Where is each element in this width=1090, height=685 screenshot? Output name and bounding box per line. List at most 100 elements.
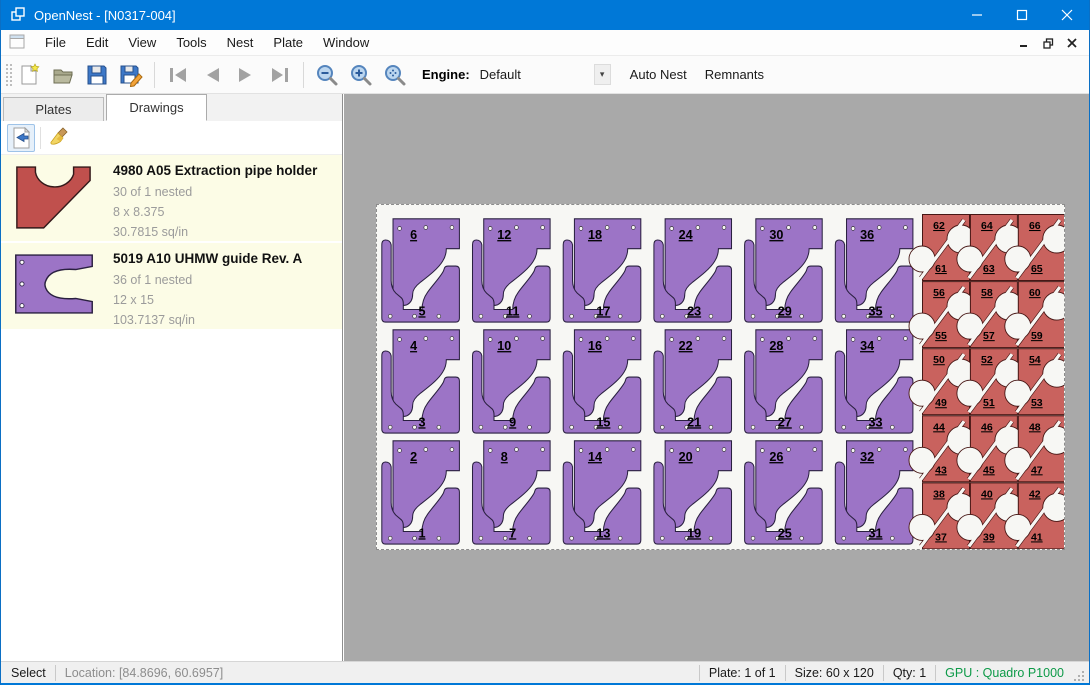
menu-window[interactable]: Window — [313, 31, 379, 54]
svg-text:14: 14 — [588, 449, 603, 464]
svg-text:24: 24 — [679, 227, 694, 242]
svg-text:7: 7 — [509, 525, 516, 540]
engine-dropdown-arrow-icon[interactable]: ▾ — [594, 64, 611, 85]
purple-part-pair[interactable]: 3029 — [745, 219, 823, 322]
menu-edit[interactable]: Edit — [76, 31, 118, 54]
svg-text:16: 16 — [588, 338, 602, 353]
svg-text:64: 64 — [981, 220, 993, 232]
first-plate-button[interactable] — [161, 60, 195, 90]
svg-text:43: 43 — [935, 464, 947, 476]
nest-canvas[interactable]: 6543211211109871817161514132423222120193… — [344, 94, 1089, 661]
tab-drawings[interactable]: Drawings — [106, 94, 207, 121]
clear-drawings-button[interactable] — [46, 124, 74, 152]
drawing-area: 103.7137 sq/in — [113, 310, 342, 330]
status-plate: Plate: 1 of 1 — [709, 666, 776, 680]
menu-file[interactable]: File — [35, 31, 76, 54]
svg-text:41: 41 — [1031, 531, 1043, 543]
auto-nest-button[interactable]: Auto Nest — [621, 62, 696, 87]
purple-part-pair[interactable]: 22 21 — [654, 330, 732, 433]
svg-text:22: 22 — [679, 338, 693, 353]
svg-text:49: 49 — [935, 397, 947, 409]
engine-label: Engine: — [422, 67, 470, 82]
purple-part-pair[interactable]: 3231 — [835, 441, 913, 544]
save-button[interactable] — [80, 60, 114, 90]
close-button[interactable] — [1044, 0, 1089, 30]
resize-grip[interactable] — [1072, 669, 1086, 683]
zoom-out-button[interactable] — [310, 60, 344, 90]
last-plate-button[interactable] — [263, 60, 297, 90]
next-plate-button[interactable] — [229, 60, 263, 90]
engine-select[interactable]: Default — [476, 64, 594, 85]
window-title: OpenNest - [N0317-004] — [34, 8, 176, 23]
purple-part-pair[interactable]: 87 — [473, 441, 551, 544]
menu-bar: File Edit View Tools Nest Plate Window — [1, 30, 1089, 56]
import-drawing-button[interactable] — [7, 124, 35, 152]
menu-view[interactable]: View — [118, 31, 166, 54]
purple-part-pair[interactable]: 24 23 — [654, 219, 732, 322]
purple-part-pair[interactable]: 3433 — [835, 330, 913, 433]
status-bar: Select Location: [84.8696, 60.6957] Plat… — [1, 661, 1089, 683]
purple-part-pair[interactable]: 65 — [382, 219, 460, 322]
svg-text:20: 20 — [679, 449, 693, 464]
svg-text:38: 38 — [933, 488, 945, 500]
svg-text:65: 65 — [1031, 263, 1043, 275]
toolbar-grip[interactable] — [4, 62, 12, 88]
svg-text:46: 46 — [981, 421, 993, 433]
menu-tools[interactable]: Tools — [166, 31, 216, 54]
svg-text:47: 47 — [1031, 464, 1043, 476]
svg-text:23: 23 — [687, 303, 701, 318]
plate[interactable]: 6543211211109871817161514132423222120193… — [376, 204, 1065, 550]
save-as-button[interactable] — [114, 60, 148, 90]
new-file-button[interactable] — [12, 60, 46, 90]
svg-text:37: 37 — [935, 531, 947, 543]
svg-text:45: 45 — [983, 464, 995, 476]
svg-text:8: 8 — [501, 449, 508, 464]
drawing-item-uhmw-guide[interactable]: 5019 A10 UHMW guide Rev. A 36 of 1 neste… — [1, 243, 342, 331]
svg-text:1: 1 — [418, 525, 425, 540]
svg-text:44: 44 — [933, 421, 945, 433]
purple-part-pair[interactable]: 43 — [382, 330, 460, 433]
title-bar: OpenNest - [N0317-004] — [1, 0, 1089, 30]
purple-part-pair[interactable]: 2019 — [654, 441, 732, 544]
sidebar-panel: Plates Drawings 4980 A05 Extraction pipe… — [1, 94, 343, 661]
document-icon[interactable] — [9, 34, 25, 52]
svg-text:56: 56 — [933, 287, 945, 299]
zoom-extents-button[interactable] — [378, 60, 412, 90]
zoom-in-button[interactable] — [344, 60, 378, 90]
drawing-list: 4980 A05 Extraction pipe holder 30 of 1 … — [1, 155, 342, 661]
minimize-button[interactable] — [954, 0, 999, 30]
status-gpu: GPU : Quadro P1000 — [945, 666, 1064, 680]
svg-text:13: 13 — [596, 525, 610, 540]
menu-nest[interactable]: Nest — [217, 31, 264, 54]
svg-text:62: 62 — [933, 220, 945, 232]
svg-text:21: 21 — [687, 414, 701, 429]
svg-text:28: 28 — [769, 338, 783, 353]
purple-part-pair[interactable]: 109 — [473, 330, 551, 433]
svg-text:40: 40 — [981, 488, 993, 500]
menu-plate[interactable]: Plate — [263, 31, 313, 54]
purple-part-pair[interactable]: 21 — [382, 441, 460, 544]
purple-part-pair[interactable]: 2625 — [745, 441, 823, 544]
mdi-restore-icon[interactable] — [1039, 34, 1057, 52]
purple-part-pair[interactable]: 1615 — [563, 330, 641, 433]
mdi-close-icon[interactable] — [1063, 34, 1081, 52]
svg-text:53: 53 — [1031, 397, 1043, 409]
purple-part-pair[interactable]: 1211 — [473, 219, 551, 322]
remnants-button[interactable]: Remnants — [696, 62, 773, 87]
svg-text:42: 42 — [1029, 488, 1041, 500]
maximize-button[interactable] — [999, 0, 1044, 30]
drawing-item-extraction-pipe-holder[interactable]: 4980 A05 Extraction pipe holder 30 of 1 … — [1, 155, 342, 243]
svg-text:35: 35 — [868, 303, 882, 318]
svg-text:33: 33 — [868, 414, 882, 429]
open-file-button[interactable] — [46, 60, 80, 90]
purple-part-pair[interactable]: 3635 — [835, 219, 913, 322]
drawing-title: 4980 A05 Extraction pipe holder — [113, 163, 342, 178]
tab-plates[interactable]: Plates — [3, 97, 104, 121]
purple-part-pair[interactable]: 2827 — [745, 330, 823, 433]
nest-plate-svg[interactable]: 6543211211109871817161514132423222120193… — [377, 205, 1064, 549]
purple-part-pair[interactable]: 14 13 — [563, 441, 641, 544]
svg-text:66: 66 — [1029, 220, 1041, 232]
mdi-minimize-icon[interactable] — [1015, 34, 1033, 52]
purple-part-pair[interactable]: 1817 — [563, 219, 641, 322]
previous-plate-button[interactable] — [195, 60, 229, 90]
